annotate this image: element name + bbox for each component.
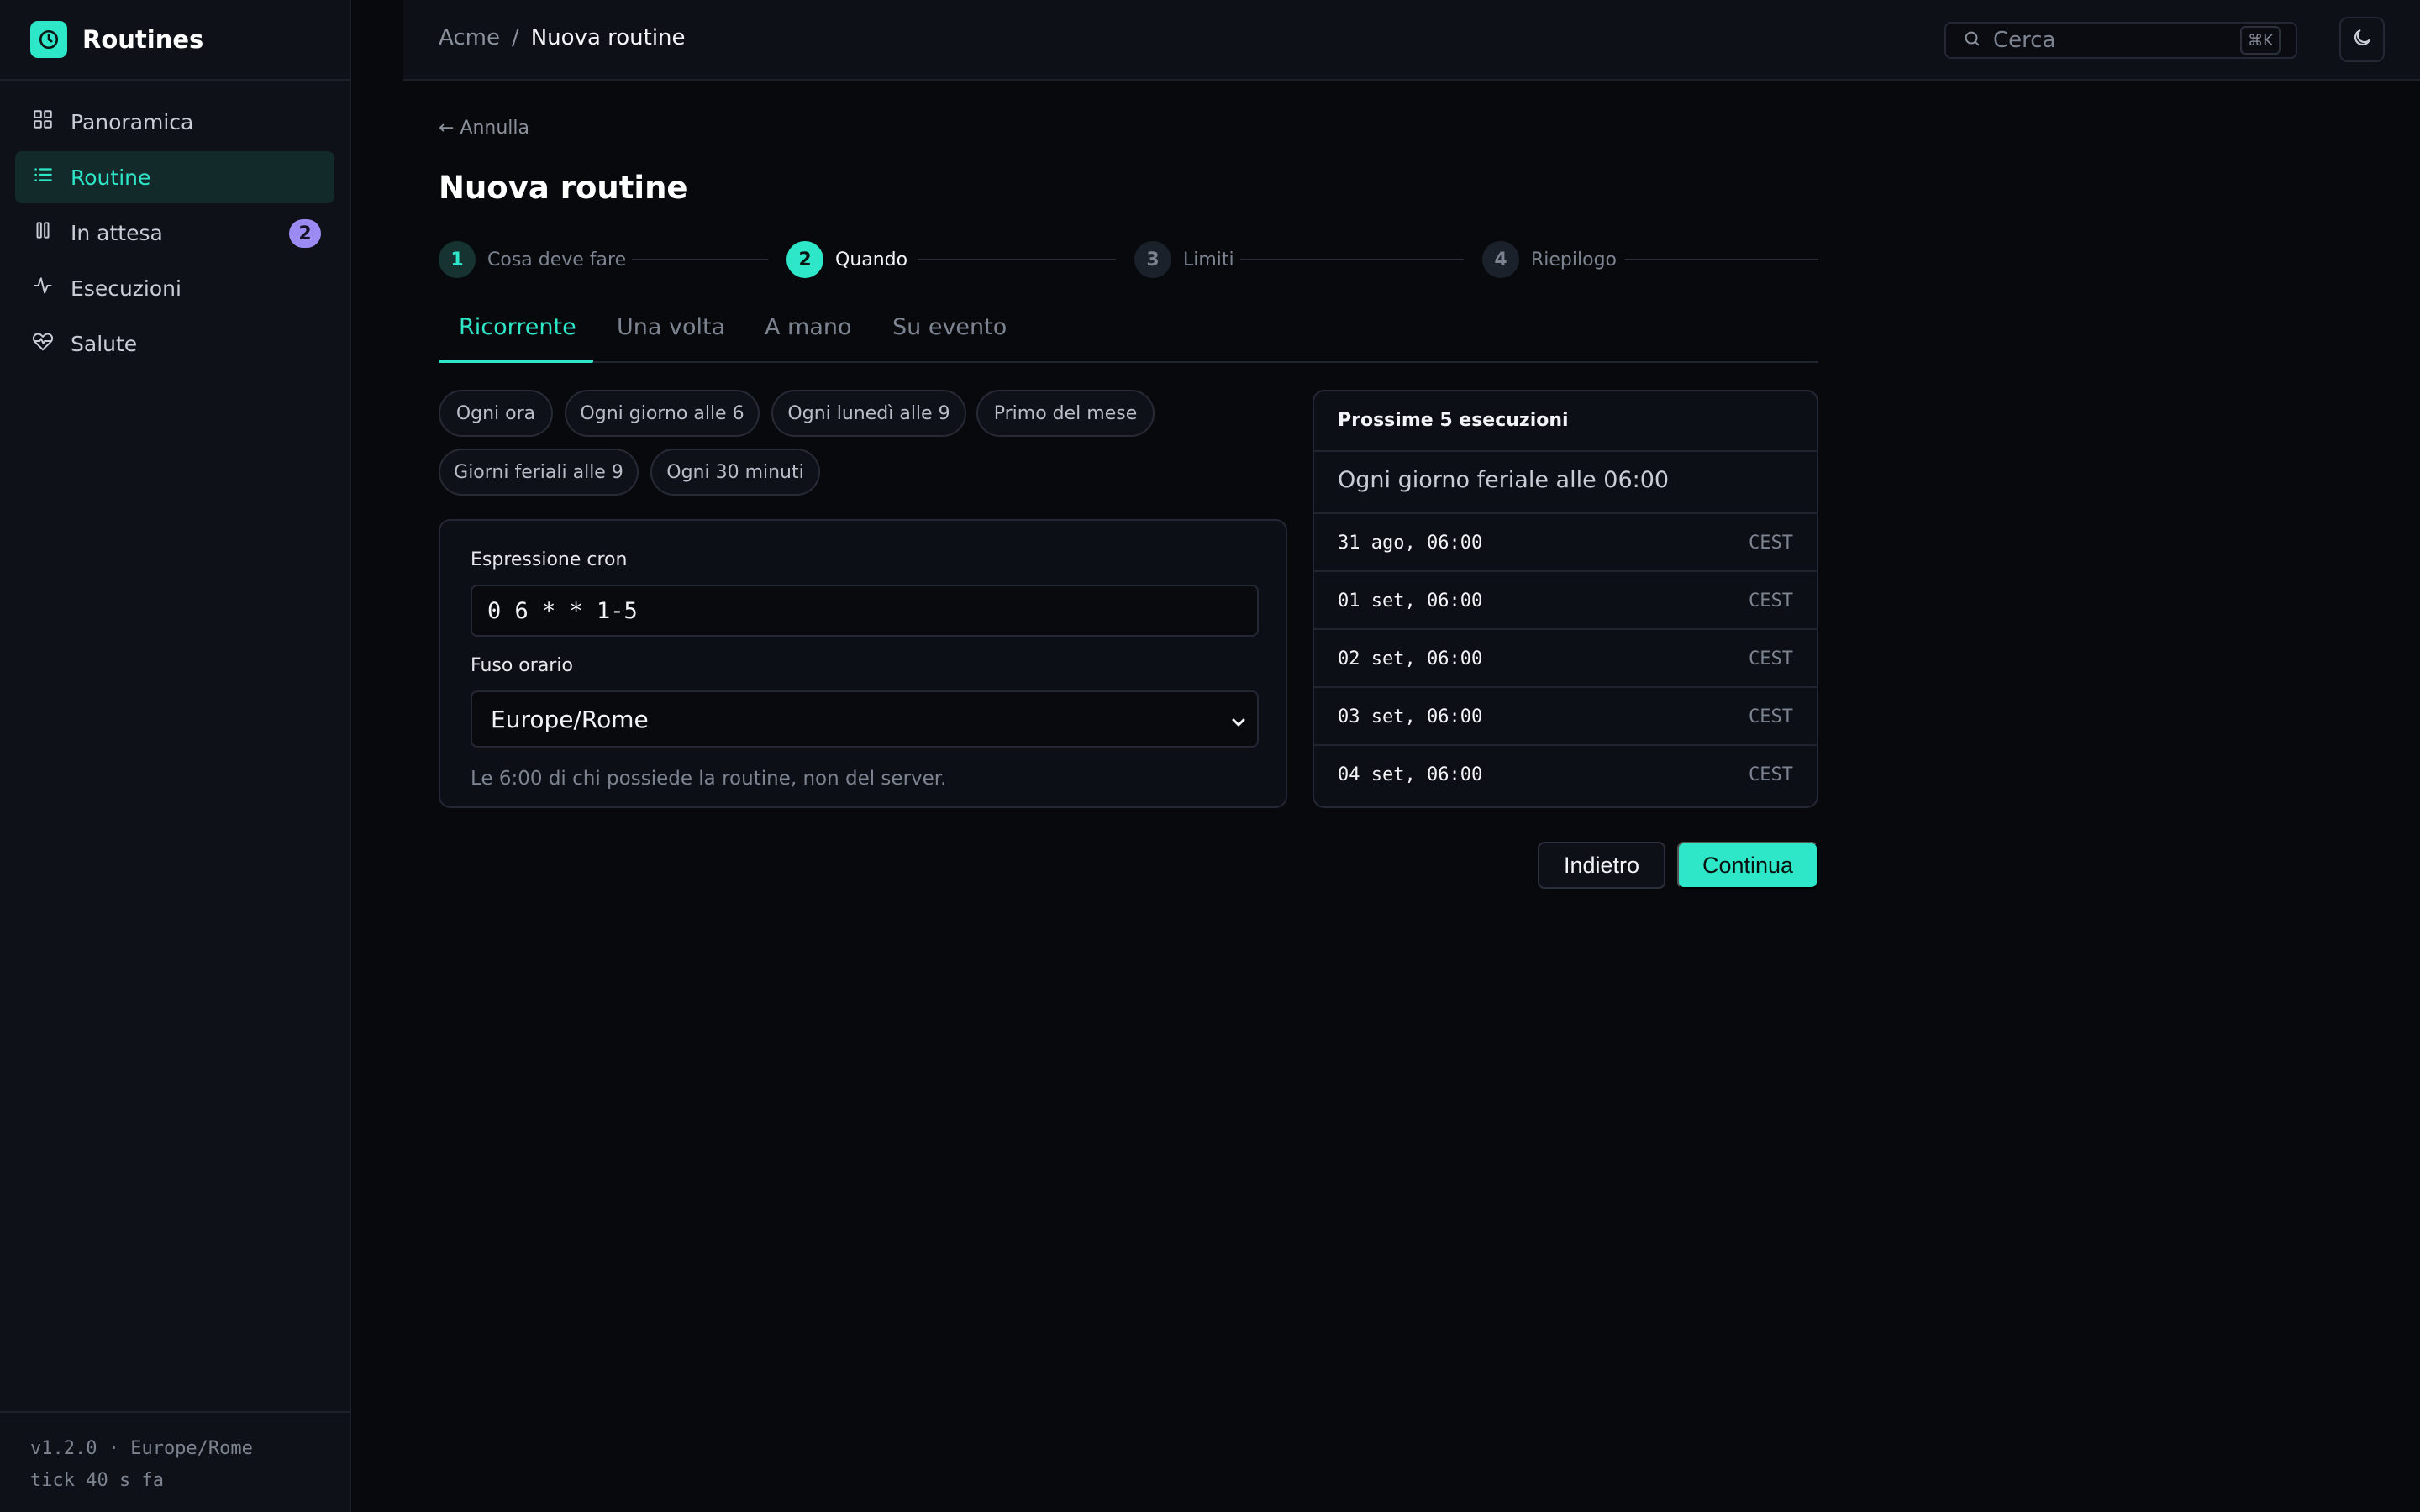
- search-placeholder: Cerca: [1993, 28, 2056, 53]
- cron-label: Espressione cron: [471, 549, 628, 570]
- tab-su-evento[interactable]: Su evento: [892, 314, 1007, 340]
- sidebar-item-label: Salute: [71, 331, 138, 356]
- sidebar-item-label: Esecuzioni: [71, 276, 182, 301]
- next-runs-card: Prossime 5 esecuzioni Ogni giorno ferial…: [1313, 390, 1818, 808]
- run-row: 01 set, 06:00 CEST: [1314, 572, 1817, 630]
- clock-icon: [30, 21, 67, 58]
- preset-chip[interactable]: Ogni giorno alle 6: [565, 390, 760, 437]
- run-timezone: CEST: [1749, 533, 1793, 554]
- count-badge: 2: [289, 219, 321, 248]
- preset-chip[interactable]: Giorni feriali alle 9: [439, 449, 639, 496]
- sidebar: Routines Panoramica Routine In attesa 2: [0, 0, 351, 1512]
- run-date: 03 set, 06:00: [1338, 706, 1483, 727]
- step-label: Riepilogo: [1531, 249, 1618, 270]
- breadcrumb-root[interactable]: Acme: [439, 25, 500, 50]
- app-title: Routines: [82, 25, 204, 54]
- breadcrumb: Acme / Nuova routine: [439, 25, 686, 50]
- cancel-link[interactable]: ← Annulla: [439, 118, 529, 139]
- pause-icon: [32, 219, 71, 246]
- sidebar-nav: Panoramica Routine In attesa 2 Esecuzion…: [0, 81, 350, 370]
- step-3[interactable]: 3 Limiti: [1134, 240, 1234, 279]
- version-info: v1.2.0 · Europe/Rome: [30, 1438, 253, 1459]
- preset-chip[interactable]: Ogni lunedì alle 9: [771, 390, 966, 437]
- top-header: Acme / Nuova routine Cerca ⌘K: [403, 0, 2420, 81]
- cron-expression-input[interactable]: 0 6 * * 1-5: [471, 585, 1259, 637]
- brand[interactable]: Routines: [0, 0, 350, 81]
- cron-card: Espressione cron 0 6 * * 1-5 Fuso orario…: [439, 519, 1287, 808]
- timezone-label: Fuso orario: [471, 655, 573, 676]
- stepper: 1 Cosa deve fare 2 Quando 3 Limiti 4 Rie…: [439, 240, 1818, 279]
- run-row: 31 ago, 06:00 CEST: [1314, 514, 1817, 572]
- step-number: 1: [439, 241, 476, 278]
- step-connector: [918, 259, 1116, 260]
- preset-chip[interactable]: Ogni 30 minuti: [650, 449, 820, 496]
- run-timezone: CEST: [1749, 648, 1793, 669]
- step-number: 2: [786, 241, 823, 278]
- step-connector: [1625, 259, 1818, 260]
- run-timezone: CEST: [1749, 591, 1793, 612]
- run-timezone: CEST: [1749, 764, 1793, 785]
- run-date: 31 ago, 06:00: [1338, 533, 1483, 554]
- sidebar-item-salute[interactable]: Salute: [15, 318, 334, 370]
- step-connector: [1240, 259, 1464, 260]
- sidebar-item-esecuzioni[interactable]: Esecuzioni: [15, 262, 334, 314]
- timezone-hint: Le 6:00 di chi possiede la routine, non …: [471, 768, 947, 790]
- sidebar-footer: v1.2.0 · Europe/Rome tick 40 s fa: [0, 1411, 350, 1512]
- run-date: 02 set, 06:00: [1338, 648, 1483, 669]
- sidebar-item-panoramica[interactable]: Panoramica: [15, 96, 334, 148]
- step-number: 4: [1482, 241, 1519, 278]
- step-label: Limiti: [1183, 249, 1234, 270]
- step-label: Quando: [835, 249, 908, 270]
- tab-ricorrente[interactable]: Ricorrente: [459, 314, 576, 340]
- list-icon: [32, 164, 71, 191]
- step-2[interactable]: 2 Quando: [786, 240, 908, 279]
- preset-chip[interactable]: Ogni ora: [439, 390, 553, 437]
- run-row: 02 set, 06:00 CEST: [1314, 630, 1817, 688]
- back-button[interactable]: Indietro: [1538, 842, 1665, 889]
- chevron-down-icon: [1228, 711, 1249, 738]
- moon-icon: [2351, 27, 2373, 52]
- search-input[interactable]: Cerca ⌘K: [1944, 22, 2297, 59]
- breadcrumb-separator: /: [511, 25, 519, 50]
- activity-icon: [32, 275, 71, 302]
- sidebar-item-routine[interactable]: Routine: [15, 151, 334, 203]
- run-timezone: CEST: [1749, 706, 1793, 727]
- run-row: 03 set, 06:00 CEST: [1314, 688, 1817, 746]
- run-row: 04 set, 06:00 CEST: [1314, 746, 1817, 804]
- tick-info: tick 40 s fa: [30, 1470, 164, 1491]
- keyboard-shortcut: ⌘K: [2240, 26, 2281, 55]
- theme-toggle-button[interactable]: [2339, 17, 2385, 62]
- timezone-select[interactable]: Europe/Rome: [471, 690, 1259, 748]
- schedule-tabs: Ricorrente Una volta A mano Su evento: [439, 304, 1818, 363]
- grid-icon: [32, 108, 71, 135]
- timezone-value: Europe/Rome: [491, 705, 649, 733]
- tab-una-volta[interactable]: Una volta: [617, 314, 725, 340]
- step-connector: [632, 259, 768, 260]
- step-number: 3: [1134, 241, 1171, 278]
- active-tab-indicator: [439, 360, 593, 363]
- sidebar-item-label: In attesa: [71, 220, 163, 245]
- sidebar-item-label: Panoramica: [71, 109, 194, 134]
- sidebar-item-label: Routine: [71, 165, 151, 190]
- preset-chip[interactable]: Primo del mese: [976, 390, 1155, 437]
- step-label: Cosa deve fare: [487, 249, 627, 270]
- continue-button[interactable]: Continua: [1677, 842, 1818, 889]
- run-date: 01 set, 06:00: [1338, 591, 1483, 612]
- sidebar-item-in-attesa[interactable]: In attesa 2: [15, 207, 334, 259]
- page-title: Nuova routine: [439, 170, 688, 206]
- run-date: 04 set, 06:00: [1338, 764, 1483, 785]
- step-1[interactable]: 1 Cosa deve fare: [439, 240, 626, 279]
- step-4[interactable]: 4 Riepilogo: [1482, 240, 1617, 279]
- schedule-description: Ogni giorno feriale alle 06:00: [1314, 452, 1817, 514]
- tab-a-mano[interactable]: A mano: [765, 314, 852, 340]
- breadcrumb-current: Nuova routine: [530, 25, 686, 50]
- search-icon: [1963, 29, 1981, 51]
- next-runs-title: Prossime 5 esecuzioni: [1314, 391, 1817, 452]
- heart-pulse-icon: [32, 330, 71, 357]
